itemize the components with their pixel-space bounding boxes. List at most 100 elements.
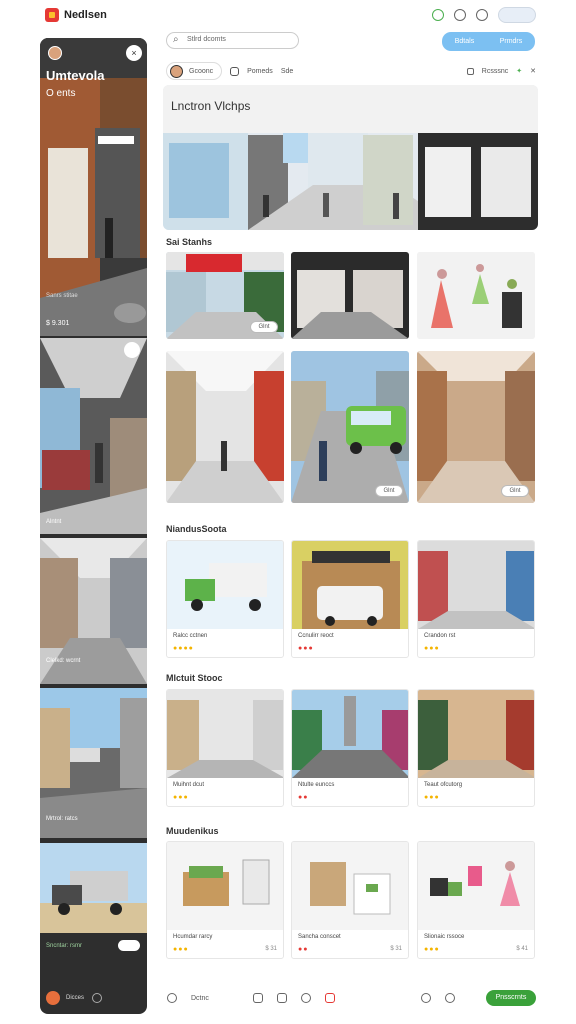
top-button-group: Bdtals Prmdrs — [442, 32, 535, 51]
rating-stars-icon: ●●●● — [173, 645, 194, 652]
history-icon[interactable] — [167, 993, 177, 1003]
sidebar-footer-avatar[interactable] — [46, 991, 60, 1005]
product-card[interactable]: Teaut ofcutorg ●●● — [417, 689, 535, 807]
settings-icon[interactable] — [444, 993, 455, 1003]
rating-stars-icon: ●● — [298, 794, 309, 801]
notifications-icon[interactable] — [324, 993, 335, 1003]
rating-stars-icon: ●●● — [173, 794, 189, 801]
filter-right-controls: Rcsssnc ✦ ✕ — [466, 67, 536, 75]
mall-interior-image — [166, 351, 284, 503]
section-title-3: Mlctuit Stooc — [166, 673, 223, 683]
sidebar-avatar[interactable] — [48, 46, 62, 60]
chat-icon[interactable] — [300, 993, 311, 1003]
product-card[interactable]: Crandon rst ●●● — [417, 540, 535, 658]
filter-chip-2[interactable]: Pomeds — [247, 68, 273, 75]
hero-banner[interactable]: Lnctron Vlchps — [163, 85, 538, 230]
home-icon[interactable] — [276, 993, 287, 1003]
tower-plaza-image — [292, 690, 408, 778]
tile-action-button[interactable]: Glnt — [250, 321, 278, 333]
sidebar-card-4[interactable]: Mrtrol: ratcs — [40, 688, 147, 838]
product-card[interactable]: Hcumdar rarcy ●●● $ 31 — [166, 841, 284, 959]
product-name: Sancha conscet — [298, 934, 341, 940]
mall-shops-image — [418, 541, 534, 629]
top-button-2[interactable]: Prmdrs — [500, 38, 523, 45]
close-icon[interactable]: ✕ — [530, 67, 536, 75]
section-title-4: Muudenikus — [166, 826, 219, 836]
card3-caption: Clelkd: wcrnt — [46, 658, 81, 664]
top-right-icons — [432, 7, 536, 23]
mall-gallery-image — [167, 690, 283, 778]
store-tile-6[interactable]: Glnt — [417, 351, 535, 503]
section-title-2: NiandusSoota — [166, 524, 227, 534]
card2-caption: Alntnt — [46, 519, 62, 525]
product-card[interactable]: Ccnulirr reoct ●●● — [291, 540, 409, 658]
refresh-icon[interactable] — [454, 9, 466, 21]
product-card[interactable]: Sancha conscet ●● $ 31 — [291, 841, 409, 959]
sidebar-card-5[interactable]: Sncntar: rsmr — [40, 843, 147, 983]
sidebar-card-3[interactable]: Clelkd: wcrnt — [40, 538, 147, 684]
product-card[interactable]: Slionaic rssoce ●●● $ 41 — [417, 841, 535, 959]
filter-chip-label: Gcoonc — [189, 67, 214, 75]
clock-icon[interactable] — [420, 993, 431, 1003]
van-showroom-image — [292, 541, 408, 629]
delivery-van-image — [167, 541, 283, 629]
product-name: Ralcc cctnen — [173, 633, 208, 639]
bottom-bar: Dctnc Pnsscrnts — [163, 983, 538, 1013]
account-toggle[interactable] — [498, 7, 536, 23]
gifts-shopper-image — [418, 842, 534, 930]
sidebar-footer-label: Dicces — [66, 995, 85, 1001]
store-tile-4[interactable] — [166, 351, 284, 503]
mall-aisle-image — [40, 338, 147, 534]
filter-row: Gcoonc Pomeds Sde Rcsssnc ✦ ✕ — [166, 62, 536, 80]
sidebar: × Umtevola O ents Sanrs stitae $ 9.301 A… — [40, 38, 147, 1014]
product-card[interactable]: Ralcc cctnen ●●●● — [166, 540, 284, 658]
street-car-image — [291, 351, 409, 503]
card1-caption: Sanrs stitae — [46, 293, 78, 299]
image-icon[interactable] — [252, 993, 263, 1003]
copy-icon[interactable] — [230, 66, 240, 76]
card5-action-button[interactable] — [118, 940, 140, 951]
store-tile-3[interactable] — [417, 252, 535, 339]
filter-chip-3[interactable]: Sde — [281, 68, 293, 75]
rating-stars-icon: ●●● — [424, 946, 440, 953]
product-card[interactable]: Muihnt dcut ●●● — [166, 689, 284, 807]
product-name: Teaut ofcutorg — [424, 782, 463, 788]
tile-action-button[interactable]: Glnt — [501, 485, 529, 497]
product-name: Hcumdar rarcy — [173, 934, 213, 940]
store-tile-1[interactable]: Glnt — [166, 252, 284, 339]
store-tile-image — [291, 252, 409, 339]
sidebar-header-subtitle: O ents — [46, 88, 76, 99]
search-input[interactable]: Stlrd dcomts — [166, 32, 299, 49]
mall-hallway-image — [417, 351, 535, 503]
filter-chip-profile[interactable]: Gcoonc — [166, 62, 223, 80]
card2-action-icon[interactable] — [124, 342, 140, 358]
leaf-icon[interactable]: ✦ — [516, 67, 522, 75]
delivery-truck-image — [40, 843, 147, 933]
bottom-label: Dctnc — [191, 994, 209, 1002]
product-price: $ 31 — [390, 946, 402, 952]
primary-cta-button[interactable]: Pnsscrnts — [486, 990, 536, 1006]
rating-stars-icon: ●●● — [298, 645, 314, 652]
product-price: $ 31 — [265, 946, 277, 952]
section-title-1: Sai Stanhs — [166, 237, 213, 247]
sidebar-close-icon[interactable]: × — [126, 45, 142, 61]
sidebar-card-featured[interactable]: × Umtevola O ents Sanrs stitae $ 9.301 — [40, 38, 147, 336]
sidebar-settings-icon[interactable] — [92, 993, 102, 1003]
food-box-image — [167, 842, 283, 930]
card5-caption: Sncntar: rsmr — [46, 943, 83, 949]
store-tile-5[interactable]: Glnt — [291, 351, 409, 503]
top-button-1[interactable]: Bdtals — [455, 38, 474, 45]
rating-stars-icon: ●●● — [173, 946, 189, 953]
store-tile-2[interactable] — [291, 252, 409, 339]
product-card[interactable]: Ntulte eunccs ●● — [291, 689, 409, 807]
app-logo-icon — [45, 8, 59, 22]
rating-stars-icon: ●●● — [424, 794, 440, 801]
lock-icon[interactable] — [476, 9, 488, 21]
sidebar-card-2[interactable]: Alntnt — [40, 338, 147, 534]
shopping-street-image — [418, 690, 534, 778]
checkbox-icon[interactable] — [466, 67, 474, 75]
product-name: Slionaic rssoce — [424, 934, 465, 940]
tile-action-button[interactable]: Glnt — [375, 485, 403, 497]
leaf-icon[interactable] — [432, 9, 444, 21]
card1-price: $ 9.301 — [46, 320, 70, 327]
